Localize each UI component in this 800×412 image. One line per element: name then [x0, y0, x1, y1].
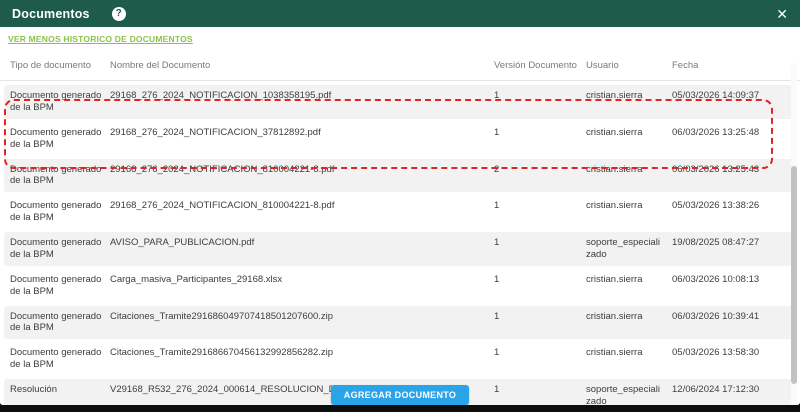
col-header-fecha: Fecha: [672, 60, 785, 71]
cell-tipo: Documento generado de la BPM: [10, 164, 110, 188]
col-header-tipo: Tipo de documento: [10, 60, 110, 71]
table-header-row: Tipo de documento Nombre del Documento V…: [0, 51, 800, 81]
cell-usuario: cristian.sierra: [586, 274, 672, 286]
cell-nombre: 29168_276_2024_NOTIFICACION_1038358195.p…: [110, 90, 494, 102]
documents-modal-screen: Documentos ? ✕ VER MENOS HISTORICO DE DO…: [0, 0, 800, 412]
scrollbar-thumb[interactable]: [791, 166, 797, 384]
cell-usuario: cristian.sierra: [586, 200, 672, 212]
col-header-usuario: Usuario: [586, 60, 672, 71]
close-icon[interactable]: ✕: [776, 7, 788, 21]
cell-tipo: Documento generado de la BPM: [10, 200, 110, 224]
cell-fecha: 05/03/2026 13:58:30: [672, 347, 785, 359]
table-row: Documento generado de la BPM Carga_masiv…: [4, 269, 796, 303]
table-body: Documento generado de la BPM 29168_276_2…: [0, 81, 800, 405]
cell-version: 1: [494, 274, 586, 286]
scrollbar-track[interactable]: [791, 63, 797, 405]
col-header-version: Versión Documento: [494, 60, 586, 71]
cell-tipo: Documento generado de la BPM: [10, 274, 110, 298]
cell-nombre: Citaciones_Tramite2916860497074185012076…: [110, 311, 494, 323]
cell-fecha: 05/03/2026 14:09:37: [672, 90, 785, 102]
background-overlay-strip: [0, 405, 800, 412]
table-row: Documento generado de la BPM Citaciones_…: [4, 306, 796, 340]
cell-nombre: Carga_masiva_Participantes_29168.xlsx: [110, 274, 494, 286]
cell-fecha: 06/03/2026 13:25:43: [672, 164, 785, 176]
table-row: Documento generado de la BPM 29168_276_2…: [4, 159, 796, 193]
modal-body: VER MENOS HISTORICO DE DOCUMENTOS Tipo d…: [0, 27, 800, 405]
cell-version: 1: [494, 347, 586, 359]
cell-fecha: 19/08/2025 08:47:27: [672, 237, 785, 249]
toggle-history-link[interactable]: VER MENOS HISTORICO DE DOCUMENTOS: [8, 34, 193, 44]
documents-table: Tipo de documento Nombre del Documento V…: [0, 51, 800, 405]
cell-usuario: cristian.sierra: [586, 90, 672, 102]
footer-bar: AGREGAR DOCUMENTO: [0, 384, 800, 405]
cell-tipo: Documento generado de la BPM: [10, 347, 110, 371]
cell-fecha: 06/03/2026 10:08:13: [672, 274, 785, 286]
cell-usuario: soporte_especializado: [586, 237, 672, 261]
cell-nombre: AVISO_PARA_PUBLICACION.pdf: [110, 237, 494, 249]
cell-usuario: cristian.sierra: [586, 127, 672, 139]
cell-fecha: 06/03/2026 13:25:48: [672, 127, 785, 139]
col-header-nombre: Nombre del Documento: [110, 60, 494, 71]
cell-fecha: 05/03/2026 13:38:26: [672, 200, 785, 212]
cell-nombre: 29168_276_2024_NOTIFICACION_37812892.pdf: [110, 127, 494, 139]
cell-fecha: 06/03/2026 10:39:41: [672, 311, 785, 323]
table-row: Documento generado de la BPM 29168_276_2…: [4, 85, 796, 119]
cell-tipo: Documento generado de la BPM: [10, 90, 110, 114]
cell-tipo: Documento generado de la BPM: [10, 237, 110, 261]
table-row: Documento generado de la BPM AVISO_PARA_…: [4, 232, 796, 266]
cell-version: 2: [494, 164, 586, 176]
table-row: Documento generado de la BPM 29168_276_2…: [4, 195, 796, 229]
cell-tipo: Documento generado de la BPM: [10, 311, 110, 335]
cell-version: 1: [494, 90, 586, 102]
cell-usuario: cristian.sierra: [586, 311, 672, 323]
cell-version: 1: [494, 200, 586, 212]
cell-tipo: Documento generado de la BPM: [10, 127, 110, 151]
cell-nombre: Citaciones_Tramite2916866704561329928562…: [110, 347, 494, 359]
documents-modal: Documentos ? ✕ VER MENOS HISTORICO DE DO…: [0, 0, 800, 405]
cell-nombre: 29168_276_2024_NOTIFICACION_810004221-8.…: [110, 164, 494, 176]
cell-nombre: 29168_276_2024_NOTIFICACION_810004221-8.…: [110, 200, 494, 212]
cell-usuario: cristian.sierra: [586, 347, 672, 359]
cell-usuario: cristian.sierra: [586, 164, 672, 176]
modal-header: Documentos ? ✕: [0, 0, 800, 27]
table-row: Documento generado de la BPM Citaciones_…: [4, 342, 796, 376]
cell-version: 1: [494, 311, 586, 323]
cell-version: 1: [494, 237, 586, 249]
help-icon[interactable]: ?: [112, 7, 126, 21]
table-row: Documento generado de la BPM 29168_276_2…: [4, 122, 796, 156]
cell-version: 1: [494, 127, 586, 139]
add-document-button[interactable]: AGREGAR DOCUMENTO: [331, 385, 469, 405]
modal-title: Documentos: [12, 7, 90, 21]
